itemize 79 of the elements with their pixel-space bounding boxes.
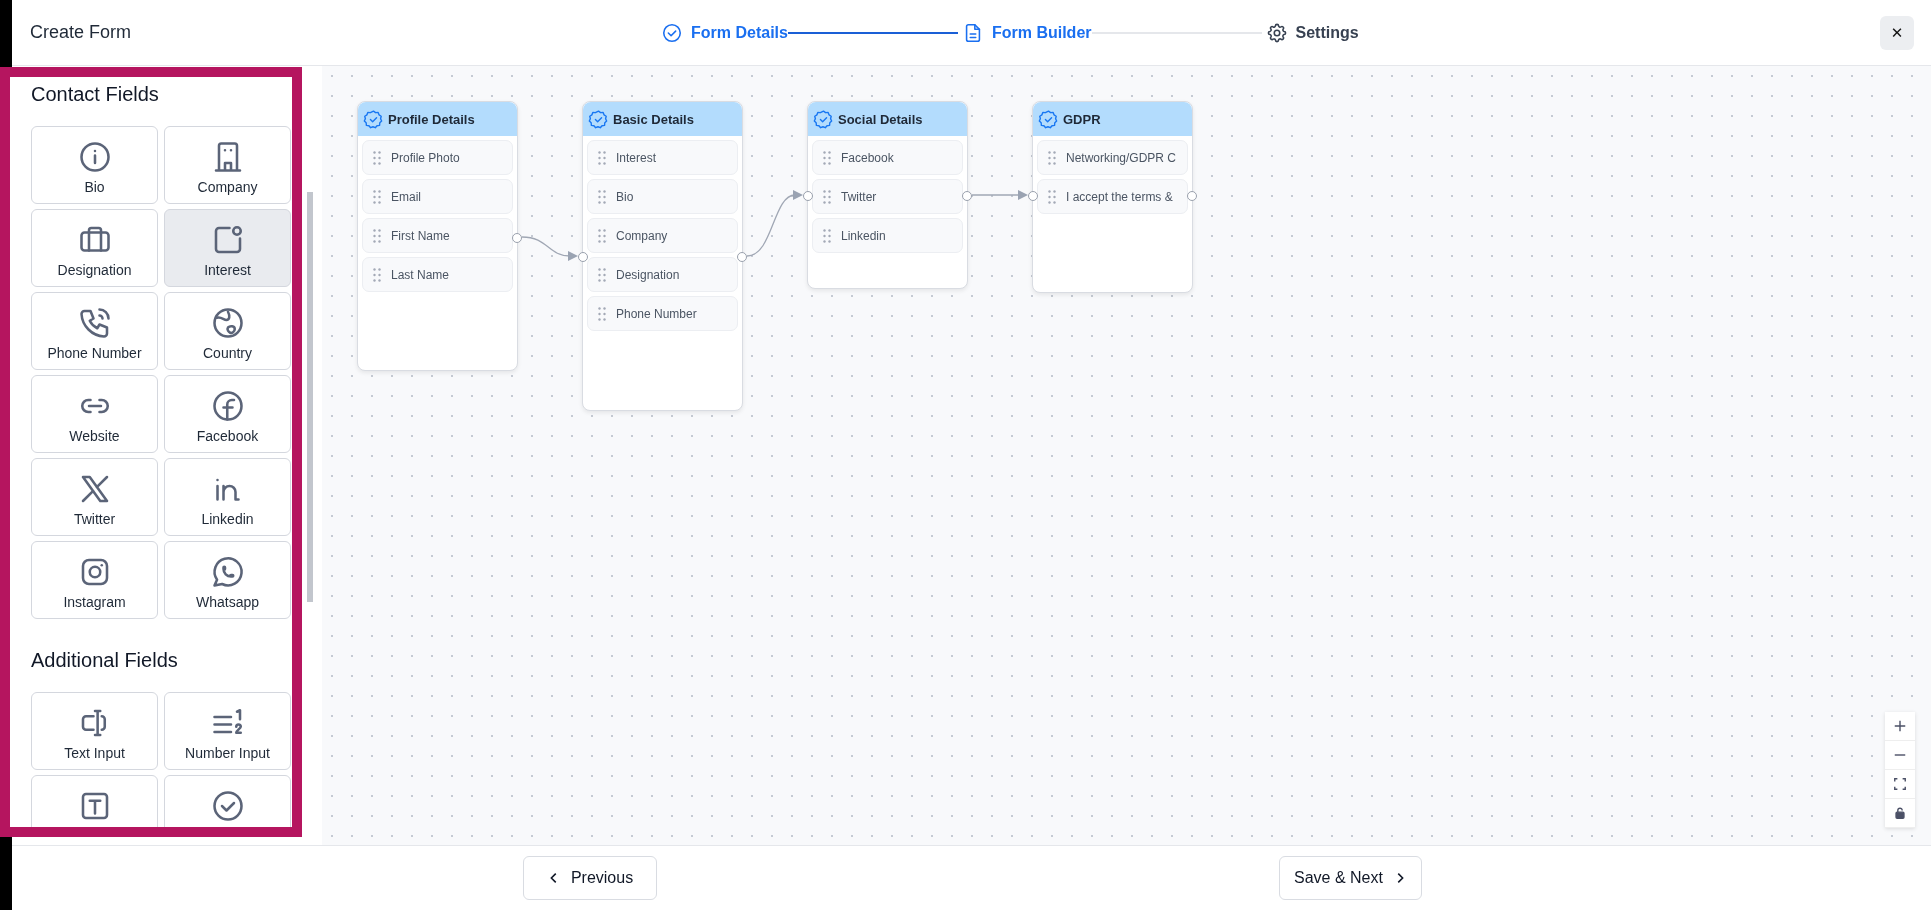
field-row[interactable]: Facebook	[812, 140, 963, 175]
field-tile[interactable]: Facebook	[164, 375, 291, 453]
lock-button[interactable]	[1885, 799, 1915, 828]
node-title: GDPR	[1063, 111, 1101, 127]
field-row[interactable]: Networking/GDPR C	[1037, 140, 1188, 175]
field-tile[interactable]: Country	[164, 292, 291, 370]
field-tile[interactable]: Designation	[31, 209, 158, 287]
zoom-out-button[interactable]	[1885, 741, 1915, 770]
connection-handle[interactable]	[1028, 191, 1038, 201]
field-row[interactable]: Phone Number	[587, 296, 738, 331]
connector	[971, 190, 1028, 200]
drag-handle-icon	[373, 150, 381, 165]
drag-handle-icon	[1048, 150, 1056, 165]
field-row[interactable]: Profile Photo	[362, 140, 513, 175]
step-tab[interactable]: Settings	[1265, 21, 1359, 44]
connector	[521, 236, 578, 261]
settings-icon	[1265, 21, 1288, 44]
field-tile[interactable]: Linkedin	[164, 458, 291, 536]
page-title: Create Form	[30, 22, 132, 43]
field-tile[interactable]: Whatsapp	[164, 541, 291, 619]
field-row[interactable]: Last Name	[362, 257, 513, 292]
field-row[interactable]: Email	[362, 179, 513, 214]
field-row[interactable]: I accept the terms &	[1037, 179, 1188, 214]
save-next-button[interactable]: Save & Next	[1279, 856, 1422, 900]
drag-handle-icon	[598, 267, 606, 282]
lock-icon	[1893, 806, 1907, 820]
drag-handle-icon	[823, 189, 831, 204]
drag-handle-icon	[823, 228, 831, 243]
scrollbar[interactable]	[307, 192, 313, 602]
zoom-in-button[interactable]	[1885, 712, 1915, 741]
node-title: Profile Details	[388, 111, 475, 127]
fit-view-icon	[1893, 777, 1907, 791]
field-tile[interactable]: Twitter	[31, 458, 158, 536]
verified-badge-icon	[813, 108, 834, 130]
field-tile[interactable]: Text Input	[31, 692, 158, 770]
verified-badge-icon	[363, 108, 384, 130]
field-tile[interactable]: Instagram	[31, 541, 158, 619]
check-circle-icon	[661, 21, 684, 44]
section-heading: Contact Fields	[31, 83, 160, 107]
field-row[interactable]: Company	[587, 218, 738, 253]
field-tile[interactable]: Interest	[164, 209, 291, 287]
field-row[interactable]: First Name	[362, 218, 513, 253]
field-tile[interactable]: Company	[164, 126, 291, 204]
connection-handle[interactable]	[803, 191, 813, 201]
drag-handle-icon	[373, 189, 381, 204]
connection-handle[interactable]	[578, 252, 588, 262]
close-button[interactable]: ✕	[1880, 15, 1914, 50]
field-row[interactable]: Designation	[587, 257, 738, 292]
node-title: Basic Details	[613, 111, 694, 127]
field-tile[interactable]: Website	[31, 375, 158, 453]
previous-button[interactable]: Previous	[523, 856, 657, 900]
drag-handle-icon	[598, 150, 606, 165]
field-row[interactable]: Linkedin	[812, 218, 963, 253]
drag-handle-icon	[373, 267, 381, 282]
drag-handle-icon	[598, 306, 606, 321]
connection-handle[interactable]	[737, 252, 747, 262]
verified-badge-icon	[1038, 108, 1059, 130]
verified-badge-icon	[588, 108, 609, 130]
field-row[interactable]: Bio	[587, 179, 738, 214]
field-tile[interactable]: Phone Number	[31, 292, 158, 370]
connection-handle[interactable]	[512, 233, 522, 243]
node-title: Social Details	[838, 111, 923, 127]
field-tile[interactable]: Bio	[31, 126, 158, 204]
step-tab[interactable]: Form Builder	[961, 21, 1092, 44]
drag-handle-icon	[598, 189, 606, 204]
drag-handle-icon	[1048, 189, 1056, 204]
field-row[interactable]: Twitter	[812, 179, 963, 214]
drag-handle-icon	[823, 150, 831, 165]
connection-handle[interactable]	[962, 191, 972, 201]
step-tab[interactable]: Form Details	[661, 21, 788, 44]
drag-handle-icon	[598, 228, 606, 243]
connector	[746, 190, 803, 257]
fit-view-button[interactable]	[1885, 770, 1915, 799]
field-row[interactable]: Interest	[587, 140, 738, 175]
field-tile[interactable]: Number Input	[164, 692, 291, 770]
plus-icon	[1893, 719, 1907, 733]
drag-handle-icon	[373, 228, 381, 243]
connection-handle[interactable]	[1187, 191, 1197, 201]
section-heading: Additional Fields	[31, 649, 179, 673]
